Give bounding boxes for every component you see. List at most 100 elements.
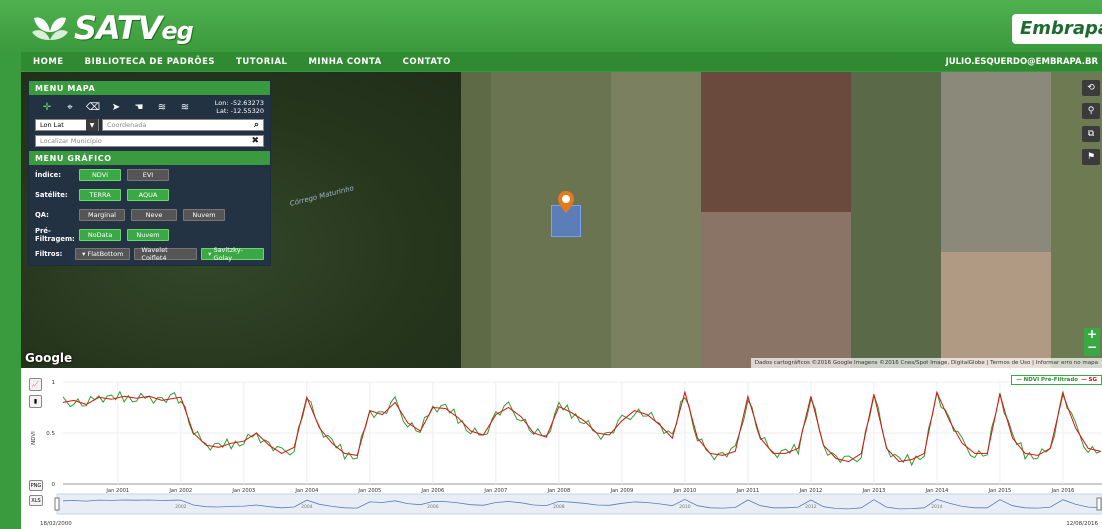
flatbottom-button[interactable]: ▾ FlatBottom (75, 247, 131, 260)
wavelet-button[interactable]: Wavelet Coiflet4 (134, 246, 198, 262)
terra-button[interactable]: TERRA (79, 189, 121, 201)
x-tick-label: Jan 2011 (735, 488, 759, 494)
layers-stack-icon[interactable]: ≋ (152, 99, 172, 115)
ndvi-button[interactable]: NDVI (79, 169, 121, 181)
map-tools-row: ✛ ⌖ ⌫ ➤ ☚ ≋ ≋ Lon: -52.63273 Lat: -12.55… (29, 95, 270, 117)
nav-biblioteca[interactable]: BIBLIOTECA DE PADRÕES (73, 57, 224, 67)
nav-contato[interactable]: CONTATO (391, 57, 460, 67)
layers-stack-alt-icon[interactable]: ≋ (175, 99, 195, 115)
coordinates-readout: Lon: -52.63273 Lat: -12.55320 (215, 99, 264, 115)
pointer-icon[interactable]: ➤ (106, 99, 126, 115)
hand-icon[interactable]: ☚ (129, 99, 149, 115)
navigator-tick-label: 2012 (805, 504, 817, 510)
y-tick-label: 0.5 (46, 431, 55, 437)
navigator-tick-label: 2010 (679, 504, 691, 510)
field-7 (941, 252, 1051, 368)
nav-minha-conta[interactable]: MINHA CONTA (296, 57, 390, 67)
satelite-row: Satélite: TERRA AQUA (29, 185, 270, 205)
zoom-out-icon[interactable]: − (1084, 341, 1100, 354)
top-header: SATVeg Embrapa (0, 0, 1102, 52)
close-icon[interactable]: ✖ (251, 136, 259, 146)
x-tick-label: Jan 2006 (420, 488, 444, 494)
navigator-background (56, 493, 1102, 515)
chevron-down-icon[interactable]: ▼ (86, 119, 98, 131)
x-tick-label: Jan 2007 (483, 488, 507, 494)
logo-text: SATVeg (74, 9, 194, 47)
field-2 (611, 72, 701, 368)
series-sg (62, 390, 1101, 463)
filtros-row: Filtros: ▾ FlatBottom Wavelet Coiflet4 ▾… (29, 245, 270, 265)
map-attribution[interactable]: Dados cartográficos ©2016 Google Imagens… (750, 358, 1102, 368)
pin-tool-icon[interactable]: ⚲ (1082, 103, 1100, 119)
coord-type-value: Lon Lat (40, 121, 64, 129)
search-icon[interactable]: ⌕ (254, 120, 259, 130)
chart-legend[interactable]: — NDVI Pré-Filtrado — SG (1011, 375, 1102, 385)
chart-navigator[interactable]: 2002 2004 2006 2008 2010 2012 2014 (54, 493, 1102, 515)
y-tick-label: 1 (52, 380, 56, 386)
navigator-handle-left (54, 497, 60, 511)
x-tick-label: Jan 2014 (924, 488, 949, 494)
reset-icon[interactable]: ⟲ (1082, 80, 1100, 96)
savitzky-golay-button[interactable]: ▾ Savitzky-Golay (201, 245, 264, 262)
nuvem-pre-button[interactable]: Nuvem (127, 229, 169, 241)
nav-home[interactable]: HOME (21, 57, 73, 67)
nodata-button[interactable]: NoData (79, 229, 121, 241)
marginal-button[interactable]: Marginal (79, 209, 125, 221)
flag-icon[interactable]: ⚑ (1082, 149, 1100, 165)
x-tick-label: Jan 2009 (609, 488, 633, 494)
coordinate-input[interactable]: Coordenada ⌕ (102, 119, 264, 131)
lat-readout: Lat: -12.55320 (216, 107, 264, 115)
chart-axes: 0 0.5 1 NDVI Jan 2001 Jan 2002 Jan 2003 Jan 200… (31, 380, 1074, 494)
polygon-icon[interactable]: ⌖ (60, 99, 80, 115)
layers-icon[interactable]: ⧉ (1082, 126, 1100, 142)
nav-tutorial[interactable]: TUTORIAL (224, 57, 296, 67)
navigator-handle-right (1096, 497, 1102, 511)
x-tick-label: Jan 2008 (546, 488, 570, 494)
flatbottom-label: FlatBottom (87, 249, 124, 258)
field-6 (941, 72, 1051, 252)
embrapa-logo[interactable]: Embrapa (1012, 14, 1102, 44)
satelite-label: Satélite: (35, 191, 68, 199)
date-end: 12/08/2016 (1066, 521, 1098, 527)
navigator-tick-label: 2004 (301, 504, 313, 510)
filtros-label: Filtros: (35, 249, 63, 258)
map-pin-icon[interactable] (557, 190, 575, 214)
indice-label: Índice: (35, 171, 61, 179)
x-tick-label: Jan 2004 (294, 488, 319, 494)
y-tick-label: 0 (52, 482, 56, 488)
coordinate-placeholder: Coordenada (107, 121, 147, 129)
y-axis-label: NDVI (31, 431, 37, 445)
zoom-control: + − (1084, 328, 1100, 356)
eraser-icon[interactable]: ⌫ (83, 99, 103, 115)
chart-grid (63, 381, 1102, 485)
control-panel: MENU MAPA ✛ ⌖ ⌫ ➤ ☚ ≋ ≋ Lon: -52.63273 L… (28, 80, 271, 266)
user-email[interactable]: JULIO.ESQUERDO@EMBRAPA.BR (946, 57, 1102, 67)
field-3 (701, 72, 851, 212)
menu-grafico-title: MENU GRÁFICO (29, 151, 270, 165)
coord-type-select[interactable]: Lon Lat ▼ (35, 119, 99, 131)
savitzky-golay-label: Savitzky-Golay (213, 245, 243, 262)
navigator-tick-label: 2002 (175, 504, 187, 510)
lon-readout: Lon: -52.63273 (214, 99, 264, 107)
nuvem-qa-button[interactable]: Nuvem (183, 209, 225, 221)
x-tick-label: Jan 2010 (672, 488, 696, 494)
map-right-toolbar: ⟲ ⚲ ⧉ ⚑ (1082, 80, 1100, 172)
crosshair-icon[interactable]: ✛ (37, 99, 57, 115)
evi-button[interactable]: EVI (127, 169, 169, 181)
ndvi-timeseries-chart[interactable]: 0 0.5 1 NDVI Jan 2001 Jan 2002 Jan 2003 Jan 200… (21, 368, 1102, 529)
x-tick-label: Jan 2013 (861, 488, 885, 494)
x-tick-label: Jan 2001 (105, 488, 129, 494)
navigator-tick-label: 2006 (427, 504, 439, 510)
menu-mapa-title: MENU MAPA (29, 81, 270, 95)
date-start: 18/02/2000 (40, 521, 72, 527)
legend-ndvi-pre-filtrado: — NDVI Pré-Filtrado (1016, 377, 1079, 383)
leaf-logo-icon (32, 17, 68, 40)
satveg-logo[interactable]: SATVeg (30, 8, 194, 48)
municipio-input[interactable]: Localizar Município ✖ (35, 135, 264, 147)
municipio-search-row: Localizar Município ✖ (29, 133, 270, 151)
neve-button[interactable]: Neve (131, 209, 177, 221)
aqua-button[interactable]: AQUA (127, 189, 169, 201)
x-tick-label: Jan 2003 (231, 488, 255, 494)
pre-filtragem-label: Pré-Filtragem: (35, 227, 75, 243)
coordinate-search-row: Lon Lat ▼ Coordenada ⌕ (29, 117, 270, 133)
